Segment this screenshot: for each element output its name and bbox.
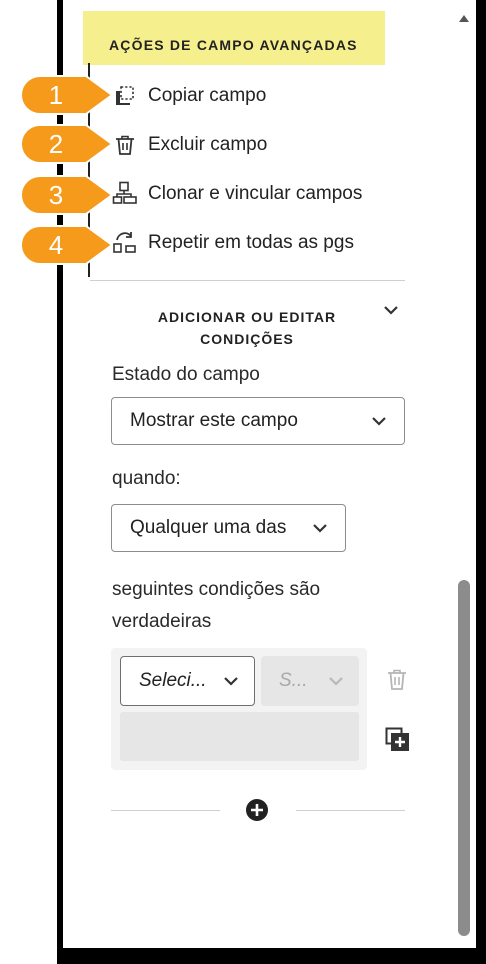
any-condition-select[interactable]: Qualquer uma das (111, 504, 346, 552)
add-divider-left (111, 810, 220, 811)
condition-operator-select[interactable]: S... (261, 656, 359, 706)
chevron-down-icon (329, 677, 343, 686)
conditions-text-line1: seguintes condições são (112, 579, 321, 600)
collapse-chevron-icon[interactable] (382, 303, 400, 317)
condition-value-field[interactable] (120, 712, 359, 761)
callout-badge-4: 4 (20, 225, 112, 265)
condition-operator-value: S... (279, 670, 308, 691)
delete-condition-icon[interactable] (385, 667, 409, 693)
copy-field-label: Copiar campo (148, 85, 267, 106)
callout-number-3: 3 (49, 180, 63, 210)
scroll-up-arrow-icon[interactable] (457, 12, 471, 24)
chevron-down-icon (372, 417, 386, 426)
callout-number-1: 1 (49, 80, 63, 110)
clone-link-label: Clonar e vincular campos (148, 183, 363, 204)
chevron-down-icon (313, 524, 327, 533)
chevron-down-icon (224, 677, 238, 686)
repeat-pages-label: Repetir em todas as pgs (148, 232, 354, 253)
duplicate-condition-icon[interactable] (385, 727, 411, 753)
copy-field-action[interactable]: Copiar campo (112, 81, 266, 111)
callout-number-4: 4 (49, 230, 63, 260)
trash-icon (112, 132, 138, 158)
scrollbar-thumb[interactable] (458, 580, 470, 936)
callout-badge-3: 3 (20, 175, 112, 215)
add-condition-icon[interactable] (245, 798, 269, 822)
condition-field-select[interactable]: Seleci... (120, 656, 255, 706)
clone-link-icon (112, 181, 138, 207)
clone-link-action[interactable]: Clonar e vincular campos (112, 179, 362, 209)
condition-field-value: Seleci... (139, 670, 207, 691)
callout-number-2: 2 (49, 129, 63, 159)
advanced-actions-title: AÇÕES DE CAMPO AVANÇADAS (109, 37, 358, 53)
callout-badge-2: 2 (20, 124, 112, 164)
copy-field-icon (112, 83, 138, 109)
when-label: quando: (112, 468, 181, 489)
field-state-select[interactable]: Mostrar este campo (111, 397, 405, 445)
delete-field-action[interactable]: Excluir campo (112, 130, 267, 160)
conditions-text-line2: verdadeiras (112, 611, 212, 632)
add-divider-right (296, 810, 405, 811)
conditions-title-line1: ADICIONAR OU EDITAR (157, 309, 337, 325)
conditions-sentence: seguintes condições são verdadeiras (112, 574, 320, 638)
repeat-pages-action[interactable]: Repetir em todas as pgs (112, 228, 354, 258)
section-divider (90, 280, 405, 281)
field-state-label: Estado do campo (112, 364, 260, 385)
conditions-section-title: ADICIONAR OU EDITAR CONDIÇÕES (122, 306, 372, 350)
conditions-title-line2: CONDIÇÕES (200, 331, 294, 347)
any-condition-value: Qualquer uma das (130, 517, 287, 538)
delete-field-label: Excluir campo (148, 134, 268, 155)
callout-badge-1: 1 (20, 75, 112, 115)
field-state-value: Mostrar este campo (130, 410, 298, 431)
repeat-pages-icon (112, 230, 138, 256)
